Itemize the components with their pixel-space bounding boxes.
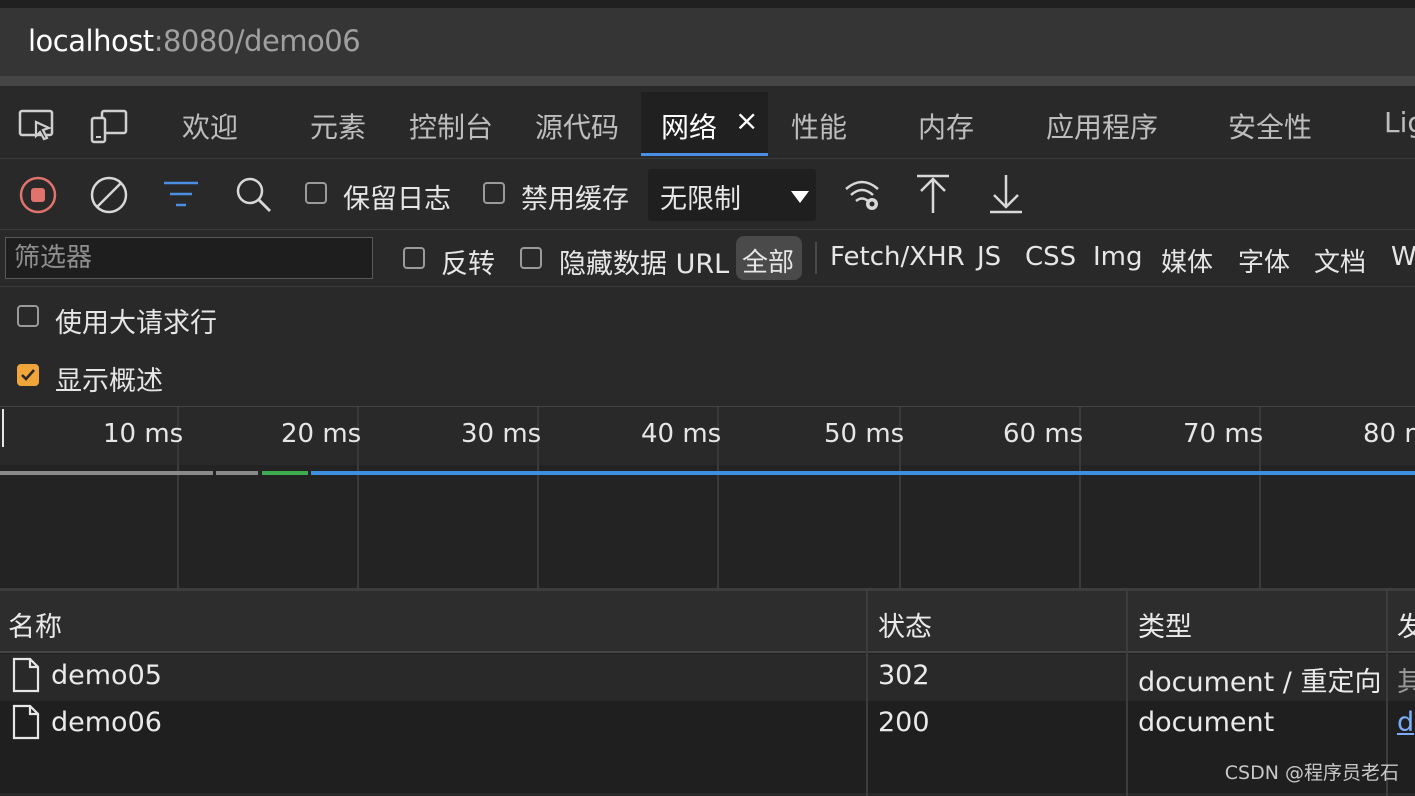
show-overview-label: 显示概述 bbox=[55, 366, 163, 397]
timeline-bar-green bbox=[262, 471, 308, 475]
tab-performance[interactable]: 性能 bbox=[791, 106, 847, 146]
chevron-down-icon bbox=[790, 189, 810, 208]
column-header-name[interactable]: 名称 bbox=[8, 605, 62, 644]
timeline-tick-label: 10 ms bbox=[103, 419, 184, 449]
tab-security[interactable]: 安全性 bbox=[1228, 106, 1312, 146]
upload-icon[interactable] bbox=[915, 173, 951, 219]
request-type: document bbox=[1138, 707, 1275, 738]
timeline-tick-label: 70 ms bbox=[1183, 419, 1264, 449]
tab-memory[interactable]: 内存 bbox=[918, 106, 974, 146]
table-header: 名称 状态 类型 发 bbox=[0, 591, 1415, 653]
record-stop-icon[interactable] bbox=[18, 175, 58, 219]
column-divider[interactable] bbox=[866, 591, 868, 796]
timeline-tick-label: 80 m bbox=[1363, 419, 1415, 449]
timeline-tick-label: 60 ms bbox=[1003, 419, 1084, 449]
request-status: 302 bbox=[878, 660, 930, 691]
filter-type-all-label: 全部 bbox=[742, 248, 795, 278]
tab-console[interactable]: 控制台 bbox=[409, 106, 493, 146]
tab-sources[interactable]: 源代码 bbox=[535, 106, 619, 146]
timeline-bar-blue bbox=[311, 471, 1415, 475]
timeline-bar-waiting bbox=[0, 471, 213, 475]
window-top-strip bbox=[0, 0, 1415, 8]
large-rows-label: 使用大请求行 bbox=[55, 308, 217, 339]
invert-checkbox[interactable] bbox=[403, 247, 425, 269]
preserve-log-label: 保留日志 bbox=[343, 184, 451, 215]
filter-bar: 反转 隐藏数据 URL 全部 Fetch/XHR JS CSS Img 媒体 字… bbox=[0, 230, 1415, 287]
hide-data-url-checkbox[interactable] bbox=[520, 247, 542, 269]
timeline-tick-label: 30 ms bbox=[461, 419, 542, 449]
timeline-overview[interactable]: 10 ms 20 ms 30 ms 40 ms 50 ms 60 ms 70 m… bbox=[0, 406, 1415, 589]
disable-cache-label: 禁用缓存 bbox=[521, 184, 629, 215]
device-emulation-icon[interactable] bbox=[90, 108, 128, 148]
request-name: demo06 bbox=[51, 707, 162, 738]
close-icon[interactable]: × bbox=[735, 104, 758, 137]
inspect-element-icon[interactable] bbox=[18, 108, 56, 148]
url-text[interactable]: localhost:8080/demo06 bbox=[28, 24, 361, 58]
devtools-tab-bar: 欢迎 元素 控制台 源代码 网络 × 性能 内存 应用程序 安全性 Lig bbox=[0, 86, 1415, 158]
timeline-tick-label: 50 ms bbox=[824, 419, 905, 449]
throttling-value: 无限制 bbox=[660, 184, 741, 215]
network-settings: 使用大请求行 显示概述 bbox=[0, 287, 1415, 406]
filter-type-doc[interactable]: 文档 bbox=[1314, 242, 1366, 279]
address-bar[interactable]: localhost:8080/demo06 bbox=[0, 0, 1415, 86]
document-icon bbox=[12, 657, 40, 697]
preserve-log-checkbox[interactable] bbox=[305, 182, 327, 204]
timeline-cursor[interactable] bbox=[2, 409, 4, 447]
request-status: 200 bbox=[878, 707, 930, 738]
download-icon[interactable] bbox=[988, 173, 1024, 219]
timeline-tick-label: 40 ms bbox=[641, 419, 722, 449]
url-host: localhost bbox=[28, 24, 154, 58]
hide-data-url-label: 隐藏数据 URL bbox=[559, 249, 730, 280]
clear-icon[interactable] bbox=[89, 175, 129, 219]
request-initiator-link[interactable]: d bbox=[1397, 707, 1414, 738]
filter-type-font[interactable]: 字体 bbox=[1238, 242, 1290, 279]
watermark: CSDN @程序员老石 bbox=[1224, 762, 1399, 784]
request-initiator: 其 bbox=[1397, 667, 1415, 698]
timeline-bar-waiting bbox=[216, 471, 258, 475]
network-conditions-icon[interactable] bbox=[843, 177, 883, 217]
invert-label: 反转 bbox=[441, 249, 495, 280]
document-icon bbox=[12, 704, 40, 744]
timeline-tick-label: 20 ms bbox=[281, 419, 362, 449]
requests-table: 名称 状态 类型 发 demo05 302 document / 重定向 其 d… bbox=[0, 588, 1415, 796]
disable-cache-checkbox[interactable] bbox=[483, 182, 505, 204]
checkmark-icon bbox=[21, 369, 35, 381]
tab-welcome[interactable]: 欢迎 bbox=[182, 106, 238, 146]
search-icon[interactable] bbox=[234, 175, 274, 219]
filter-type-media[interactable]: 媒体 bbox=[1161, 242, 1213, 279]
column-header-type[interactable]: 类型 bbox=[1138, 605, 1192, 644]
tab-network[interactable]: 网络 bbox=[661, 106, 717, 146]
column-header-status[interactable]: 状态 bbox=[878, 605, 932, 644]
url-path: :8080/demo06 bbox=[153, 24, 361, 58]
table-row[interactable]: demo06 200 document d bbox=[0, 701, 1415, 748]
filter-type-fetch-xhr[interactable]: Fetch/XHR bbox=[830, 242, 965, 272]
request-type: document / 重定向 bbox=[1138, 667, 1382, 698]
tab-elements[interactable]: 元素 bbox=[310, 106, 366, 146]
large-rows-checkbox[interactable] bbox=[17, 305, 39, 327]
show-overview-checkbox[interactable] bbox=[17, 364, 39, 386]
network-toolbar: 保留日志 禁用缓存 无限制 bbox=[0, 158, 1415, 230]
address-bar-divider bbox=[0, 76, 1415, 86]
column-header-initiator[interactable]: 发 bbox=[1397, 605, 1415, 644]
request-name: demo05 bbox=[51, 660, 162, 691]
tab-lighthouse[interactable]: Lig bbox=[1384, 106, 1415, 139]
column-divider[interactable] bbox=[1126, 591, 1128, 796]
filter-input[interactable] bbox=[5, 237, 373, 279]
filter-type-css[interactable]: CSS bbox=[1025, 242, 1076, 272]
tab-application[interactable]: 应用程序 bbox=[1046, 106, 1158, 146]
table-row[interactable]: demo05 302 document / 重定向 其 bbox=[0, 654, 1415, 701]
filter-type-js[interactable]: JS bbox=[977, 242, 1001, 272]
throttling-select[interactable]: 无限制 bbox=[648, 169, 816, 221]
filter-type-img[interactable]: Img bbox=[1093, 242, 1143, 272]
filter-icon[interactable] bbox=[162, 179, 200, 215]
filter-divider bbox=[815, 242, 817, 274]
filter-type-ws[interactable]: W bbox=[1391, 242, 1415, 272]
